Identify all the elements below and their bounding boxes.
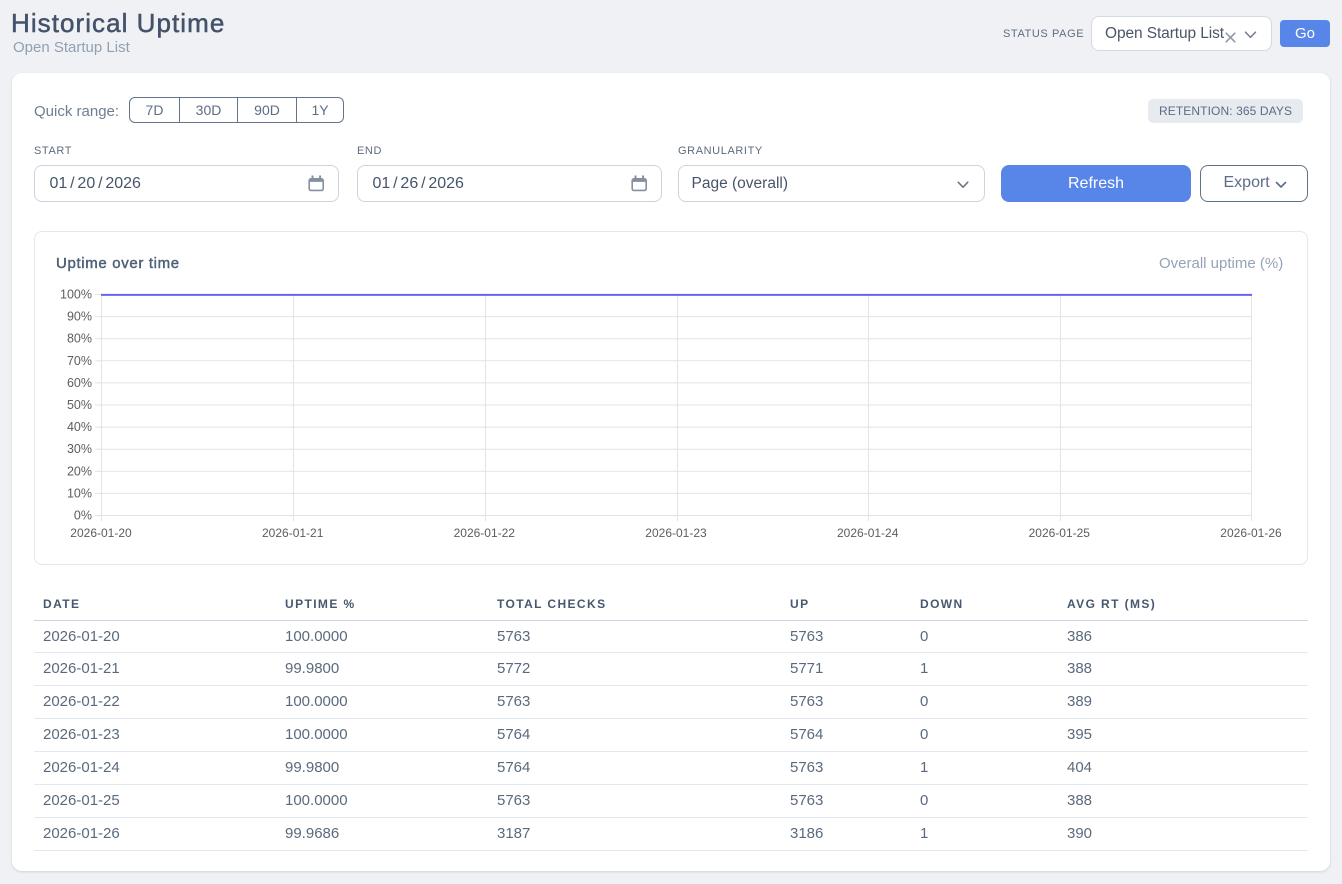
svg-text:2026-01-26: 2026-01-26: [1220, 526, 1282, 540]
svg-text:90%: 90%: [67, 310, 92, 324]
svg-text:2026-01-20: 2026-01-20: [70, 526, 132, 540]
svg-text:2026-01-25: 2026-01-25: [1029, 526, 1091, 540]
svg-text:0%: 0%: [74, 509, 92, 523]
svg-text:80%: 80%: [67, 332, 92, 346]
svg-text:60%: 60%: [67, 376, 92, 390]
svg-text:2026-01-24: 2026-01-24: [837, 526, 899, 540]
svg-text:2026-01-21: 2026-01-21: [262, 526, 324, 540]
svg-text:10%: 10%: [67, 486, 92, 500]
svg-text:100%: 100%: [60, 288, 92, 302]
svg-text:70%: 70%: [67, 354, 92, 368]
svg-text:40%: 40%: [67, 420, 92, 434]
svg-text:20%: 20%: [67, 464, 92, 478]
svg-text:2026-01-23: 2026-01-23: [645, 526, 707, 540]
svg-text:50%: 50%: [67, 398, 92, 412]
svg-text:2026-01-22: 2026-01-22: [454, 526, 516, 540]
svg-text:30%: 30%: [67, 442, 92, 456]
